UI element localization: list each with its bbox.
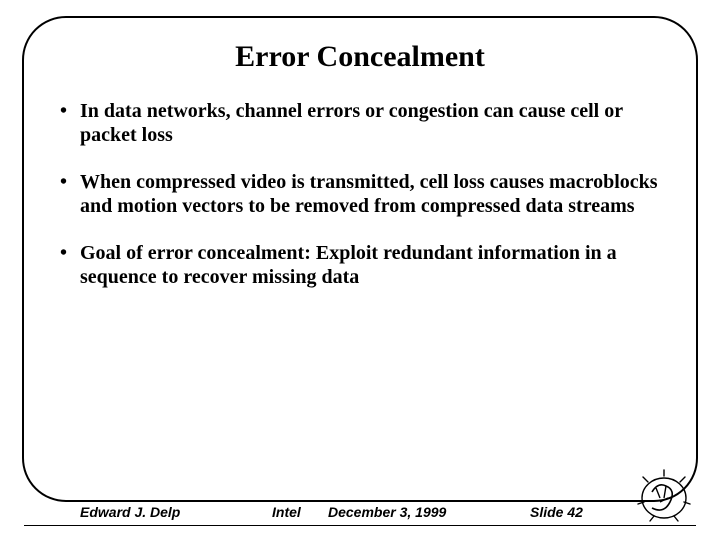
footer-org: Intel <box>272 504 301 520</box>
footer-slide-number: Slide 42 <box>530 504 583 520</box>
footer-author: Edward J. Delp <box>80 504 180 520</box>
slide-footer: Edward J. Delp Intel December 3, 1999 Sl… <box>0 488 720 526</box>
footer-divider <box>24 525 696 526</box>
bullet-item: Goal of error concealment: Exploit redun… <box>58 242 662 289</box>
bullet-list: In data networks, channel errors or cong… <box>58 100 662 290</box>
bullet-item: In data networks, channel errors or cong… <box>58 100 662 147</box>
bullet-item: When compressed video is transmitted, ce… <box>58 171 662 218</box>
slide-title: Error Concealment <box>58 40 662 74</box>
slide-frame: Error Concealment In data networks, chan… <box>22 16 698 502</box>
footer-date: December 3, 1999 <box>328 504 446 520</box>
purdue-logo-icon <box>634 468 694 524</box>
